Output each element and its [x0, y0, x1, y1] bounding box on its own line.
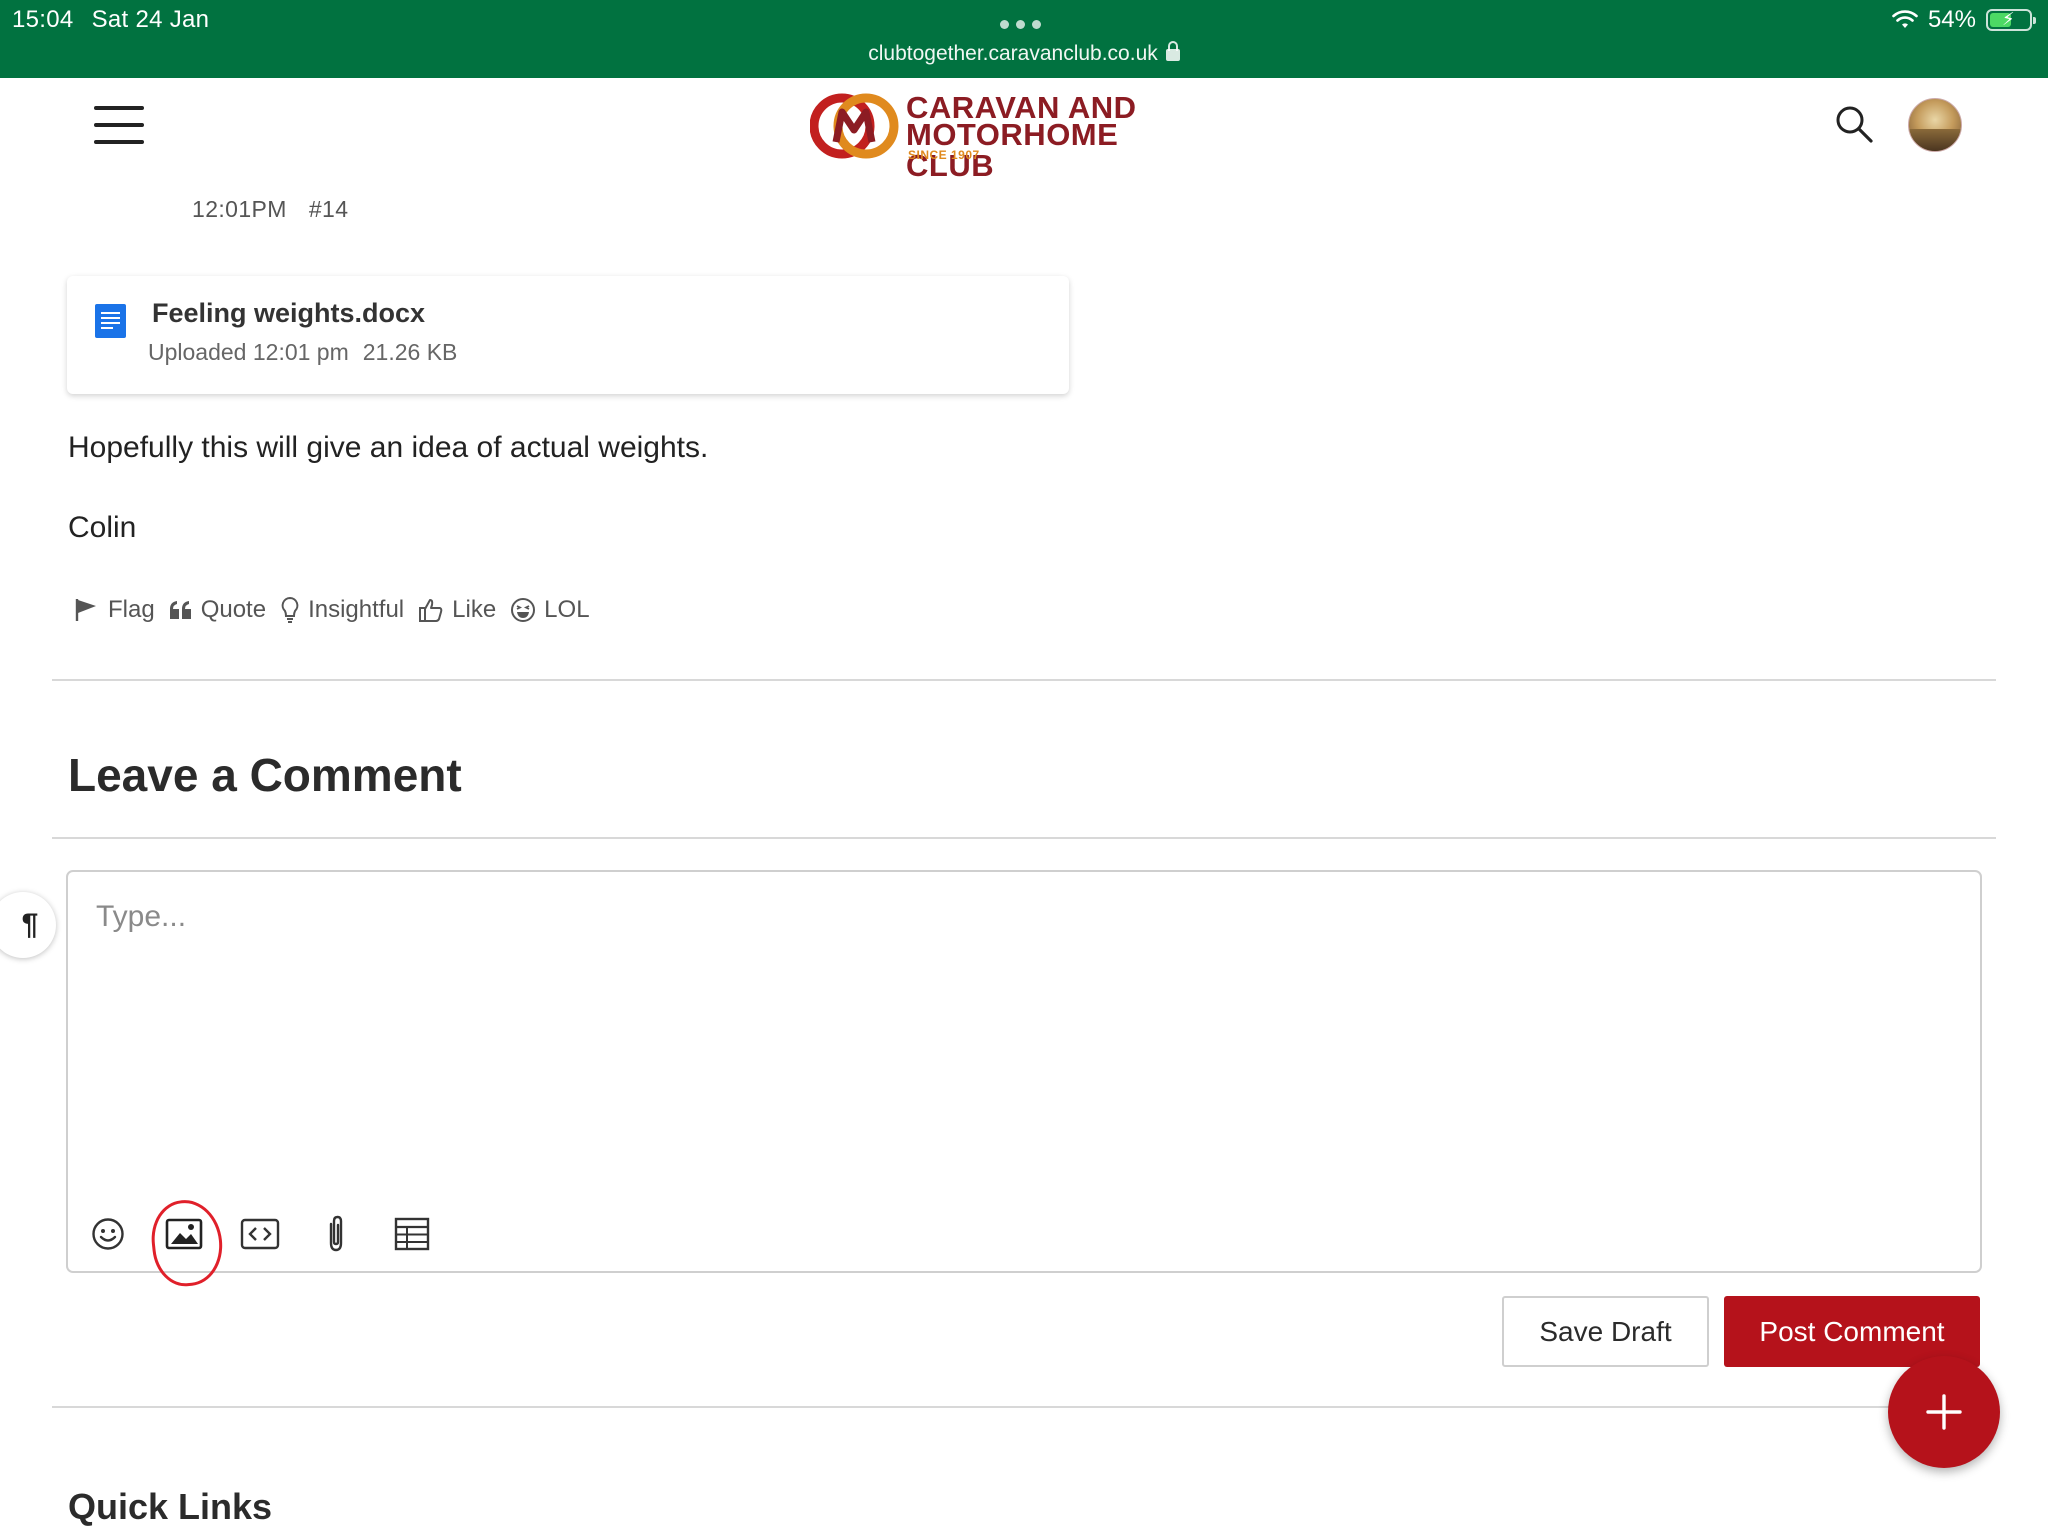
emoji-button[interactable]: [88, 1214, 128, 1254]
new-post-fab[interactable]: [1888, 1356, 2000, 1468]
flag-button[interactable]: Flag: [74, 596, 155, 624]
address-bar[interactable]: clubtogether.caravanclub.co.uk: [0, 41, 2048, 66]
thumbs-up-icon: [419, 599, 443, 622]
lock-icon: [1165, 41, 1180, 61]
insert-table-button[interactable]: [392, 1214, 432, 1254]
battery-icon: ⚡: [1986, 9, 2036, 31]
url-text: clubtogether.caravanclub.co.uk: [868, 42, 1158, 65]
lol-label: LOL: [544, 596, 590, 623]
post-number[interactable]: #14: [309, 196, 349, 222]
quote-button[interactable]: Quote: [169, 596, 266, 624]
search-button[interactable]: [1834, 104, 1874, 144]
smiley-icon: [92, 1218, 124, 1250]
insightful-button[interactable]: Insightful: [280, 596, 404, 624]
title-divider: [52, 837, 1996, 839]
attachment-details: Uploaded 12:01 pm 21.26 KB: [148, 339, 457, 366]
footer-divider: [52, 1406, 1996, 1408]
insert-code-button[interactable]: [240, 1214, 280, 1254]
flag-icon: [75, 599, 96, 621]
ios-status-bar: 15:04 Sat 24 Jan clubtogether.caravanclub…: [0, 0, 2048, 78]
search-icon: [1836, 106, 1873, 143]
post-time: 12:01PM: [192, 196, 287, 222]
attach-file-button[interactable]: [316, 1214, 356, 1254]
like-label: Like: [452, 596, 497, 623]
quote-icon: [169, 601, 191, 619]
attachment-name[interactable]: Feeling weights.docx: [152, 298, 425, 329]
quick-links-heading: Quick Links: [68, 1486, 273, 1527]
clock: 15:04: [12, 6, 74, 33]
attachment-size: 21.26 KB: [362, 339, 458, 365]
logo-mark-icon: [810, 93, 899, 159]
flag-label: Flag: [108, 596, 155, 623]
battery-percent: 54%: [1927, 6, 1976, 33]
club-logo[interactable]: CARAVAN AND MOTORHOME CLUB SINCE 1907: [810, 90, 1210, 181]
multitasking-dots-icon[interactable]: [1000, 20, 1041, 29]
attachment-uploaded: Uploaded 12:01 pm: [148, 339, 349, 365]
image-icon: [165, 1218, 203, 1250]
laughing-face-icon: [511, 598, 536, 622]
charging-bolt-icon: ⚡: [2002, 9, 2015, 29]
logo-since: SINCE 1907: [908, 148, 980, 162]
post-actions: Flag Quote Insightful Like LOL: [74, 596, 604, 624]
post-paragraph: Hopefully this will give an idea of actu…: [68, 431, 709, 464]
table-icon: [394, 1217, 430, 1251]
post-body: Hopefully this will give an idea of actu…: [68, 428, 708, 548]
code-icon: [240, 1218, 280, 1250]
menu-icon[interactable]: [94, 106, 144, 144]
quote-label: Quote: [200, 596, 267, 623]
lightbulb-icon: [281, 596, 299, 623]
status-time: 15:04 Sat 24 Jan: [12, 6, 209, 34]
attachment-card[interactable]: Feeling weights.docx Uploaded 12:01 pm 21…: [67, 276, 1069, 394]
comment-section-title: Leave a Comment: [68, 749, 462, 801]
lol-button[interactable]: LOL: [510, 596, 590, 624]
comment-editor: [66, 870, 1982, 1290]
status-date: Sat 24 Jan: [91, 6, 210, 33]
status-indicators: 54% ⚡: [1892, 6, 2036, 34]
comment-input[interactable]: [96, 900, 1946, 1160]
insert-image-button[interactable]: [164, 1214, 204, 1254]
document-icon: [95, 304, 126, 338]
insightful-label: Insightful: [308, 596, 405, 623]
save-draft-button[interactable]: Save Draft: [1502, 1296, 1709, 1367]
section-divider: [52, 679, 1996, 681]
paragraph-format-button[interactable]: ¶: [0, 892, 56, 958]
like-button[interactable]: Like: [418, 596, 496, 624]
plus-icon: [1926, 1394, 1962, 1430]
wifi-icon: [1892, 10, 1918, 28]
user-avatar[interactable]: [1908, 98, 1962, 152]
site-header: CARAVAN AND MOTORHOME CLUB SINCE 1907: [0, 78, 2048, 181]
paperclip-icon: [329, 1215, 343, 1252]
post-meta: 12:01PM #14: [192, 196, 348, 223]
post-signature: Colin: [68, 511, 137, 544]
